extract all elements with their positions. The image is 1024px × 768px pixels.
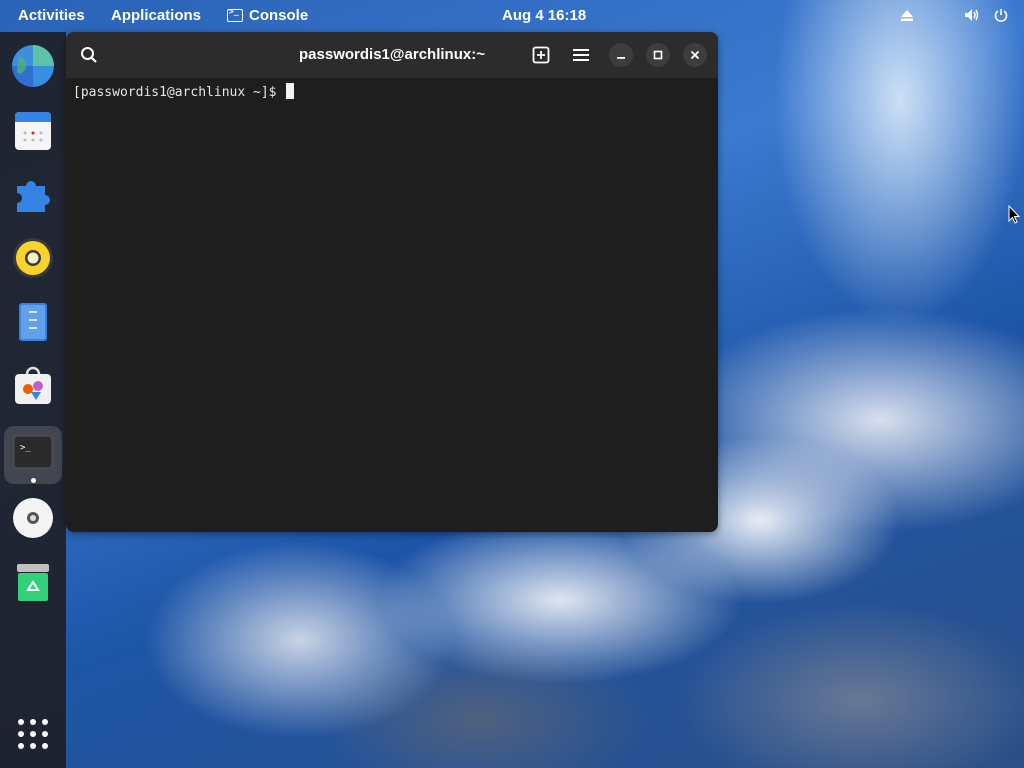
console-icon[interactable]: >_: [11, 430, 55, 474]
menu-icon: [573, 49, 589, 61]
window-headerbar[interactable]: passwordis1@archlinux:~: [66, 32, 718, 78]
app-grid-icon[interactable]: [11, 712, 55, 756]
minimize-icon: [617, 57, 625, 59]
calendar-icon[interactable]: [11, 108, 55, 152]
clock[interactable]: Aug 4 16:18: [502, 7, 586, 24]
maximize-icon: [653, 50, 663, 60]
eject-icon[interactable]: [900, 8, 914, 22]
console-icon: [227, 7, 243, 22]
trash-icon[interactable]: [11, 560, 55, 604]
console-window[interactable]: passwordis1@archlinux:~ [passwordis1@arc…: [66, 32, 718, 532]
minimize-button[interactable]: [609, 43, 633, 67]
activities-button[interactable]: Activities: [18, 7, 85, 24]
extensions-icon[interactable]: [11, 172, 55, 216]
mouse-pointer-icon: [1008, 205, 1020, 224]
power-icon[interactable]: [994, 8, 1008, 22]
main-menu-button[interactable]: [569, 43, 593, 67]
svg-text:>_: >_: [20, 443, 31, 453]
active-app-menu[interactable]: Console: [227, 7, 308, 24]
applications-menu[interactable]: Applications: [111, 7, 201, 24]
top-bar: Activities Applications Console Aug 4 16…: [0, 0, 1024, 32]
text-cursor: [286, 83, 295, 99]
close-icon: [690, 50, 700, 60]
prompt-text: [passwordis1@archlinux ~]$: [73, 85, 285, 100]
dash-dock: >_: [0, 32, 66, 768]
running-indicator: [31, 478, 36, 483]
text-editor-icon[interactable]: [11, 300, 55, 344]
disc-icon[interactable]: [11, 496, 55, 540]
rhythmbox-icon[interactable]: [11, 236, 55, 280]
maximize-button[interactable]: [646, 43, 670, 67]
close-button[interactable]: [683, 43, 707, 67]
system-tray[interactable]: [900, 8, 1008, 22]
software-icon[interactable]: [11, 364, 55, 408]
volume-icon[interactable]: [964, 8, 980, 22]
new-tab-button[interactable]: [529, 43, 553, 67]
prompt-line: [passwordis1@archlinux ~]$: [73, 83, 295, 100]
terminal-area[interactable]: [passwordis1@archlinux ~]$: [66, 78, 718, 532]
active-app-label: Console: [249, 7, 309, 24]
new-tab-icon: [532, 46, 550, 64]
web-browser-icon[interactable]: [11, 44, 55, 88]
